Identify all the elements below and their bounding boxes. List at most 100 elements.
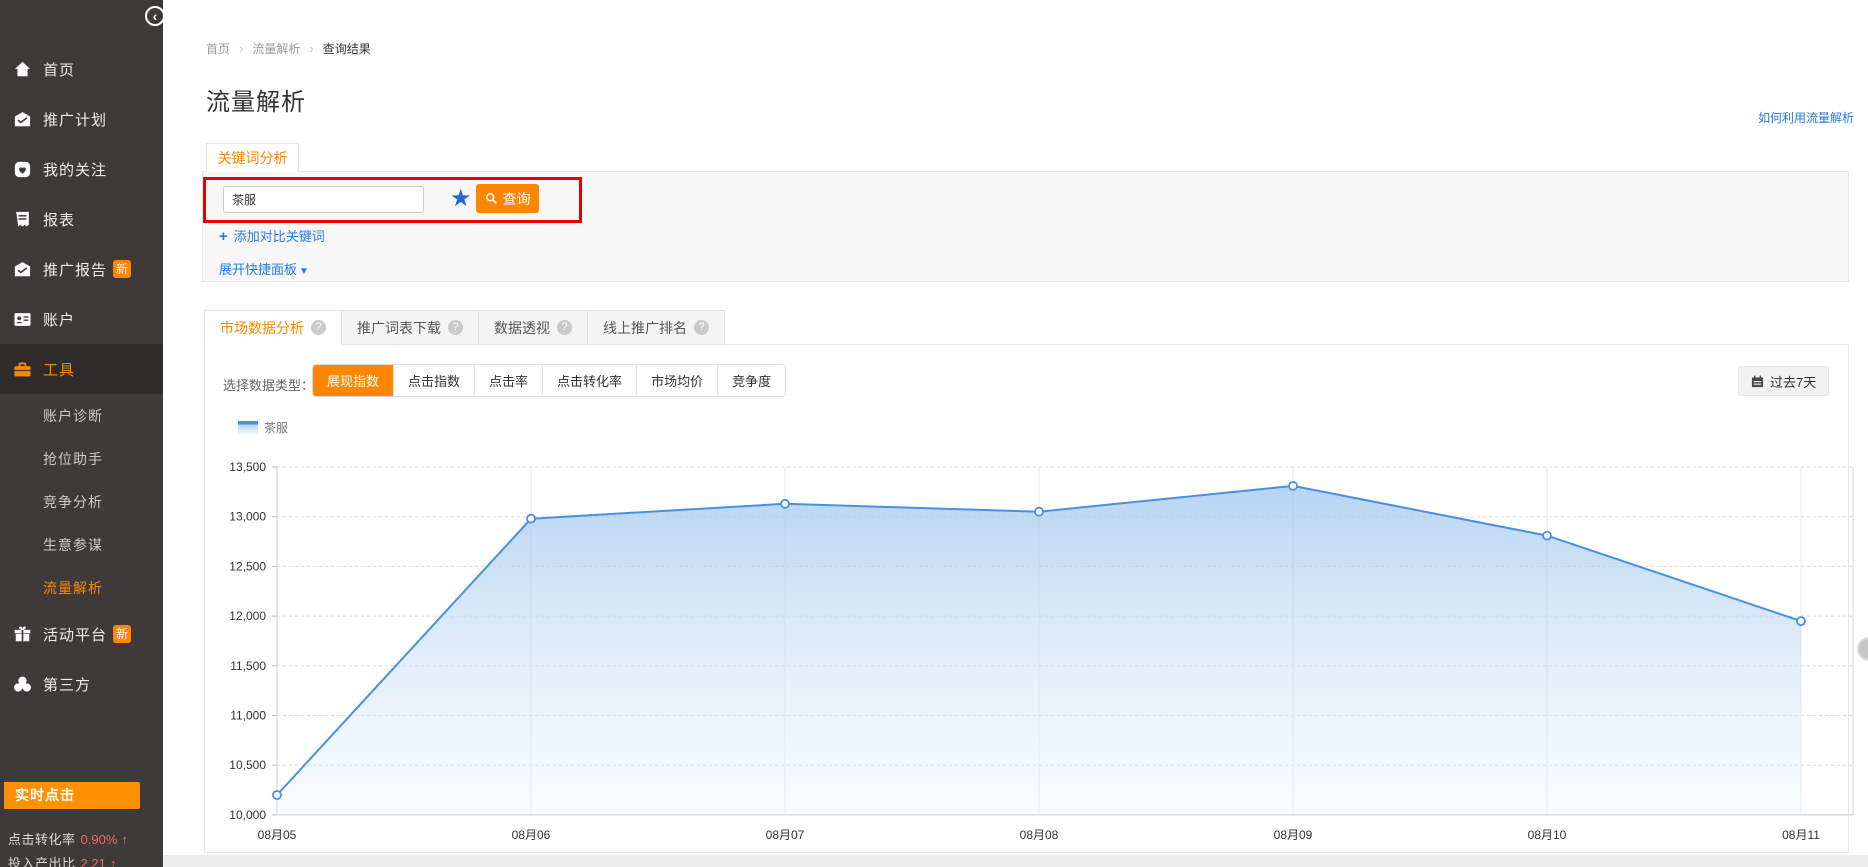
- traffic-trend-chart: 13,50013,00012,50012,00011,50011,00010,5…: [204, 450, 1868, 854]
- help-icon[interactable]: ?: [448, 320, 463, 335]
- tab-label: 数据透视: [494, 318, 550, 338]
- datatype-option-0[interactable]: 展现指数: [313, 365, 393, 396]
- help-icon[interactable]: ?: [557, 320, 572, 335]
- sidebar-item-third-party[interactable]: 第三方: [0, 659, 163, 709]
- page-bottom-strip: [163, 855, 1868, 867]
- y-axis-label: 11,000: [230, 709, 266, 723]
- sidebar-item-my-follows[interactable]: 我的关注: [0, 144, 163, 194]
- favorite-star-icon[interactable]: ★: [450, 184, 472, 213]
- account-icon: [13, 310, 32, 329]
- campaign-icon: [13, 110, 32, 129]
- sidebar-item-competition-analysis[interactable]: 竞争分析: [0, 480, 163, 523]
- main-content: 首页 › 流量解析 › 查询结果 流量解析 如何利用流量解析 关键词分析 ★ 查询 +添…: [163, 0, 1868, 867]
- stat-label: 点击转化率: [8, 832, 76, 847]
- datatype-button-group: 展现指数点击指数点击率点击转化率市场均价竞争度: [312, 364, 786, 397]
- sidebar-item-promotion-plan[interactable]: 推广计划: [0, 94, 163, 144]
- x-axis-label: 08月07: [766, 828, 805, 842]
- stat-value: 0.90%: [81, 832, 118, 847]
- gift-icon: [13, 625, 32, 644]
- help-icon[interactable]: ?: [694, 320, 709, 335]
- realtime-stat-row: 投入产出比 2.21 ↑: [8, 853, 178, 867]
- data-point[interactable]: [1543, 532, 1551, 540]
- sidebar-item-activity-platform[interactable]: 活动平台新: [0, 609, 163, 659]
- sidebar-item-label: 工具: [43, 359, 75, 380]
- sidebar-item-traffic-analysis[interactable]: 流量解析: [0, 566, 163, 609]
- query-button[interactable]: 查询: [476, 184, 539, 213]
- sidebar-item-rank-assistant[interactable]: 抢位助手: [0, 437, 163, 480]
- sidebar-item-label: 抢位助手: [43, 449, 103, 469]
- sidebar-item-tools[interactable]: 工具: [0, 344, 163, 394]
- thirdparty-icon: [13, 675, 32, 694]
- expand-panel-label: 展开快捷面板: [219, 262, 297, 277]
- sidebar-item-promotion-report[interactable]: 推广报告新: [0, 244, 163, 294]
- tab-analysis-2[interactable]: 数据透视?: [479, 310, 588, 345]
- tab-analysis-0[interactable]: 市场数据分析?: [204, 310, 342, 345]
- sidebar-item-label: 活动平台: [43, 624, 107, 645]
- breadcrumb-separator: ›: [239, 41, 243, 56]
- search-icon: [485, 192, 498, 205]
- add-compare-keyword-link[interactable]: +添加对比关键词: [219, 226, 325, 245]
- data-point[interactable]: [527, 515, 535, 523]
- calendar-icon: [1751, 375, 1764, 388]
- sidebar-item-home[interactable]: 首页: [0, 44, 163, 94]
- breadcrumb-item: 查询结果: [323, 42, 371, 56]
- sidebar-menu: 首页推广计划我的关注报表推广报告新账户工具账户诊断抢位助手竞争分析生意参谋流量解…: [0, 44, 163, 709]
- query-button-label: 查询: [503, 189, 531, 209]
- datatype-option-5[interactable]: 竞争度: [717, 365, 785, 396]
- date-range-button[interactable]: 过去7天: [1738, 366, 1829, 396]
- x-axis-label: 08月09: [1274, 828, 1313, 842]
- breadcrumb-separator: ›: [309, 41, 313, 56]
- new-badge: 新: [113, 260, 131, 278]
- tab-analysis-3[interactable]: 线上推广排名?: [588, 310, 725, 345]
- trend-up-icon: ↑: [110, 856, 117, 867]
- data-point[interactable]: [273, 791, 281, 799]
- chart-legend: 茶服: [238, 419, 288, 436]
- sidebar-item-label: 生意参谋: [43, 535, 103, 555]
- sidebar-item-label: 首页: [43, 59, 75, 80]
- sidebar-item-label: 竞争分析: [43, 492, 103, 512]
- x-axis-label: 08月11: [1782, 828, 1820, 842]
- stat-label: 投入产出比: [8, 856, 76, 867]
- legend-label: 茶服: [264, 419, 288, 436]
- data-point[interactable]: [781, 500, 789, 508]
- sidebar-item-label: 我的关注: [43, 159, 107, 180]
- stat-value: 2.21: [81, 856, 106, 867]
- sidebar-collapse-button[interactable]: ‹: [145, 6, 165, 26]
- data-point[interactable]: [1289, 482, 1297, 490]
- app-root: ‹ 首页推广计划我的关注报表推广报告新账户工具账户诊断抢位助手竞争分析生意参谋流…: [0, 0, 1868, 867]
- expand-quick-panel-link[interactable]: 展开快捷面板▼: [219, 259, 309, 278]
- sidebar-item-account[interactable]: 账户: [0, 294, 163, 344]
- data-point[interactable]: [1797, 617, 1805, 625]
- plus-icon: +: [219, 228, 228, 245]
- tab-analysis-1[interactable]: 推广词表下载?: [342, 310, 479, 345]
- y-axis-label: 12,500: [229, 559, 266, 573]
- heart-icon: [13, 160, 32, 179]
- help-icon[interactable]: ?: [311, 320, 326, 335]
- sidebar-item-account-diagnosis[interactable]: 账户诊断: [0, 394, 163, 437]
- datatype-option-4[interactable]: 市场均价: [636, 365, 717, 396]
- home-icon: [13, 60, 32, 79]
- tab-label: 线上推广排名: [603, 318, 687, 338]
- sidebar: ‹ 首页推广计划我的关注报表推广报告新账户工具账户诊断抢位助手竞争分析生意参谋流…: [0, 0, 163, 867]
- datatype-option-2[interactable]: 点击率: [474, 365, 542, 396]
- sidebar-item-reports[interactable]: 报表: [0, 194, 163, 244]
- breadcrumb-item[interactable]: 流量解析: [252, 42, 300, 56]
- sidebar-item-label: 推广计划: [43, 109, 107, 130]
- x-axis-label: 08月06: [512, 828, 551, 842]
- x-axis-label: 08月10: [1528, 828, 1567, 842]
- legend-swatch: [238, 421, 258, 434]
- data-point[interactable]: [1035, 508, 1043, 516]
- keyword-input[interactable]: [223, 186, 424, 213]
- realtime-title: 实时点击: [4, 782, 140, 809]
- y-axis-label: 12,000: [229, 609, 266, 623]
- sidebar-item-business-advisor[interactable]: 生意参谋: [0, 523, 163, 566]
- chevron-down-icon: ▼: [299, 266, 309, 277]
- help-link[interactable]: 如何利用流量解析: [1758, 109, 1854, 126]
- promo-report-icon: [13, 260, 32, 279]
- breadcrumb-item[interactable]: 首页: [206, 42, 230, 56]
- tab-keyword-analysis[interactable]: 关键词分析: [206, 143, 299, 172]
- datatype-option-1[interactable]: 点击指数: [393, 365, 474, 396]
- datatype-option-3[interactable]: 点击转化率: [542, 365, 636, 396]
- y-axis-label: 10,500: [229, 758, 266, 772]
- page-title: 流量解析: [206, 82, 306, 117]
